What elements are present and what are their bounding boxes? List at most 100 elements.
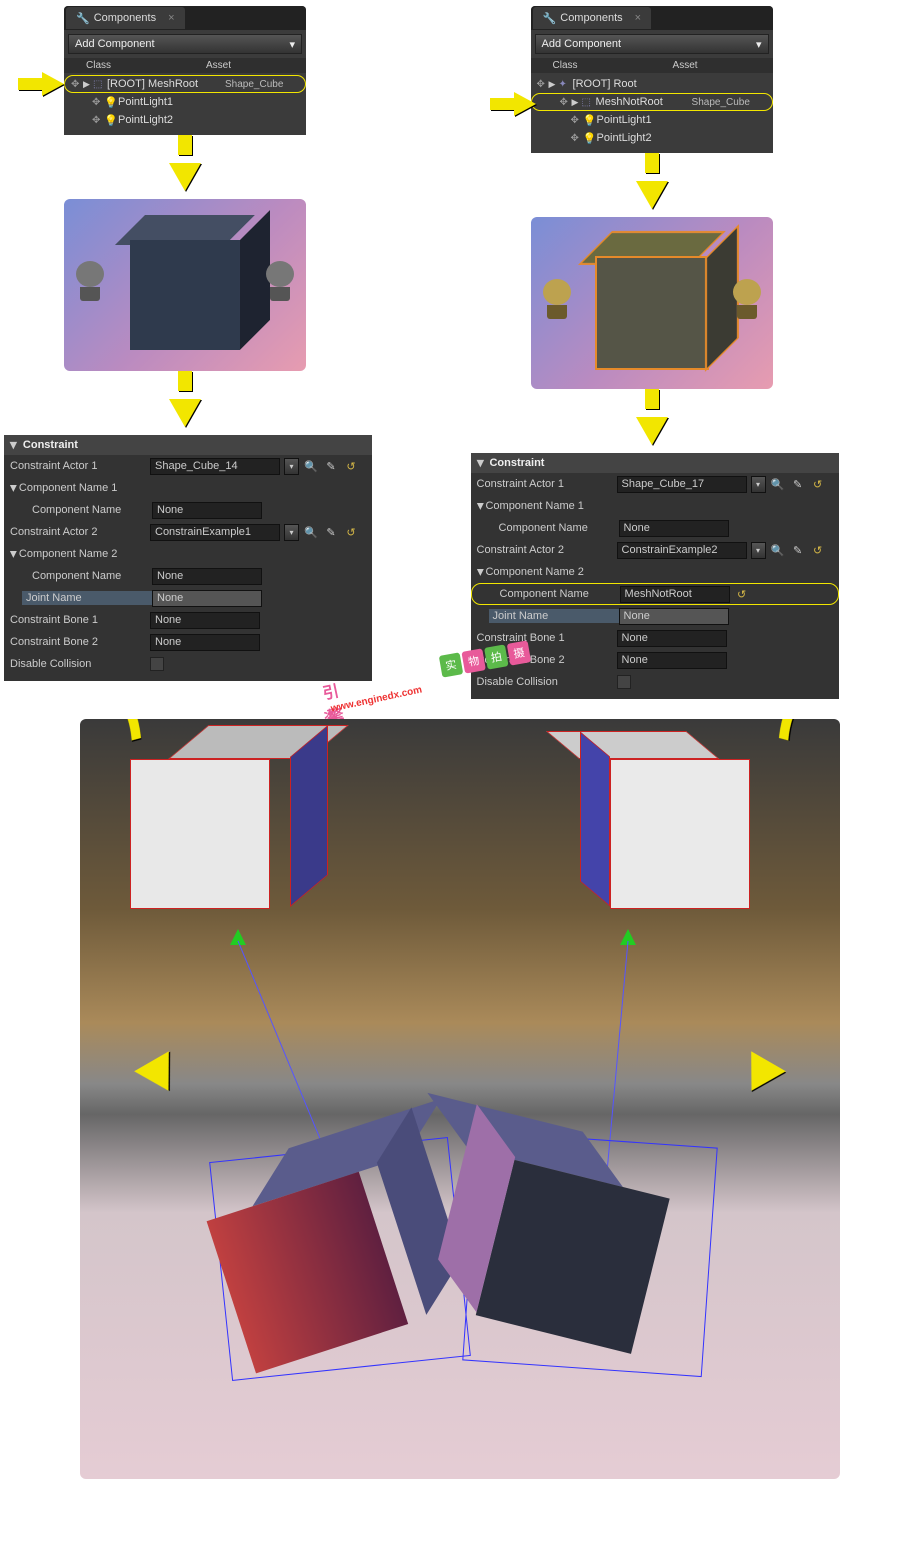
checkbox-disable-collision[interactable] xyxy=(150,657,164,671)
search-icon[interactable]: 🔍 xyxy=(303,524,319,540)
tree-row-mesh[interactable]: ✥ ▶ ⬚ MeshNotRoot Shape_Cube xyxy=(531,93,773,111)
tree-light1-name: PointLight1 xyxy=(118,96,306,108)
label-component-name-2: Component Name xyxy=(490,588,620,600)
flow-arrow xyxy=(64,135,306,191)
eyedropper-icon[interactable]: ✎ xyxy=(323,458,339,474)
expand-icon[interactable]: ▶ xyxy=(572,97,582,108)
field-component-name-2[interactable] xyxy=(620,586,730,603)
expand-icon[interactable]: ▶ xyxy=(475,460,486,467)
light-bulb-icon xyxy=(727,279,767,327)
close-icon[interactable]: × xyxy=(635,12,641,24)
label-component-name-1: Component Name xyxy=(489,522,619,534)
section-component-name-1[interactable]: ▶Component Name 1 xyxy=(10,482,150,494)
pointer-arrow-left xyxy=(18,72,64,96)
components-tab[interactable]: 🔧 Components × xyxy=(66,7,185,29)
light-bulb-icon xyxy=(260,261,300,309)
tree-row-light1[interactable]: ✥ 💡 PointLight1 xyxy=(531,111,773,129)
reset-icon[interactable]: ↺ xyxy=(343,458,359,474)
flow-arrow xyxy=(531,153,773,209)
move-icon: ✥ xyxy=(92,97,104,108)
label-disable-collision: Disable Collision xyxy=(477,676,617,688)
add-component-label: Add Component xyxy=(75,38,155,50)
expand-icon[interactable]: ▶ xyxy=(83,79,93,90)
search-icon[interactable]: 🔍 xyxy=(303,458,319,474)
move-icon: ✥ xyxy=(71,79,83,90)
tree-root-name: [ROOT] MeshRoot xyxy=(107,78,225,90)
label-disable-collision: Disable Collision xyxy=(10,658,150,670)
section-component-name-2[interactable]: ▶Component Name 2 xyxy=(477,566,617,578)
dropdown-button[interactable]: ▾ xyxy=(751,476,766,493)
section-component-name-1[interactable]: ▶Component Name 1 xyxy=(477,500,617,512)
add-component-dropdown[interactable]: Add Component ▾ xyxy=(535,34,769,54)
dropdown-button[interactable]: ▾ xyxy=(751,542,766,559)
label-joint-name: Joint Name xyxy=(22,591,152,605)
field-constraint-actor-2[interactable] xyxy=(150,524,280,541)
chevron-down-icon: ▾ xyxy=(289,38,295,51)
tree-row-light1[interactable]: ✥ 💡 PointLight1 xyxy=(64,93,306,111)
expand-icon[interactable]: ▶ xyxy=(8,442,19,449)
section-label: Constraint xyxy=(23,439,78,451)
move-icon: ✥ xyxy=(537,79,549,90)
move-icon: ✥ xyxy=(92,115,104,126)
light-bulb-icon xyxy=(70,261,110,309)
field-joint-name[interactable] xyxy=(619,608,729,625)
field-constraint-actor-1[interactable] xyxy=(150,458,280,475)
mesh-icon: ⬚ xyxy=(582,97,596,108)
components-tab[interactable]: 🔧 Components × xyxy=(533,7,652,29)
field-component-name-1[interactable] xyxy=(619,520,729,537)
reset-icon[interactable]: ↺ xyxy=(810,542,826,558)
label-constraint-actor-1: Constraint Actor 1 xyxy=(477,478,617,490)
constraint-panel-left: ▶ Constraint Constraint Actor 1 ▾ 🔍 ✎ ↺ … xyxy=(4,435,372,681)
label-constraint-bone-1: Constraint Bone 1 xyxy=(10,614,150,626)
label-component-name-1: Component Name xyxy=(22,504,152,516)
components-panel-right: 🔧 Components × Add Component ▾ Class Ass… xyxy=(531,6,773,153)
field-constraint-bone-1[interactable] xyxy=(617,630,727,647)
field-constraint-bone-2[interactable] xyxy=(150,634,260,651)
expand-icon[interactable]: ▶ xyxy=(549,79,559,90)
field-constraint-actor-2[interactable] xyxy=(617,542,747,559)
reset-icon[interactable]: ↺ xyxy=(734,586,750,602)
dropdown-button[interactable]: ▾ xyxy=(284,524,299,541)
tab-label: Components xyxy=(560,12,622,24)
tree-row-root[interactable]: ✥ ▶ ⬚ [ROOT] MeshRoot Shape_Cube xyxy=(64,75,306,93)
components-panel-left: 🔧 Components × Add Component ▾ Class Ass… xyxy=(64,6,306,135)
flow-arrow xyxy=(531,389,773,445)
label-constraint-bone-1: Constraint Bone 1 xyxy=(477,632,617,644)
chevron-down-icon: ▾ xyxy=(756,38,762,51)
viewport-left[interactable] xyxy=(64,199,306,371)
tree-root-asset: Shape_Cube xyxy=(225,79,305,90)
reset-icon[interactable]: ↺ xyxy=(810,476,826,492)
tree-light2-name: PointLight2 xyxy=(597,132,773,144)
add-component-dropdown[interactable]: Add Component ▾ xyxy=(68,34,302,54)
constraint-header[interactable]: ▶ Constraint xyxy=(4,435,372,455)
section-label: Constraint xyxy=(489,457,544,469)
light-icon: 💡 xyxy=(583,114,597,127)
field-component-name-1[interactable] xyxy=(152,502,262,519)
reset-icon[interactable]: ↺ xyxy=(343,524,359,540)
field-constraint-bone-2[interactable] xyxy=(617,652,727,669)
checkbox-disable-collision[interactable] xyxy=(617,675,631,689)
header-class: Class xyxy=(553,60,673,71)
dropdown-button[interactable]: ▾ xyxy=(284,458,299,475)
label-constraint-bone-2: Constraint Bone 2 xyxy=(10,636,150,648)
eyedropper-icon[interactable]: ✎ xyxy=(790,476,806,492)
tree-row-light2[interactable]: ✥ 💡 PointLight2 xyxy=(64,111,306,129)
field-joint-name[interactable] xyxy=(152,590,262,607)
search-icon[interactable]: 🔍 xyxy=(770,476,786,492)
field-component-name-2[interactable] xyxy=(152,568,262,585)
constraint-header[interactable]: ▶ Constraint xyxy=(471,453,839,473)
search-icon[interactable]: 🔍 xyxy=(770,542,786,558)
eyedropper-icon[interactable]: ✎ xyxy=(790,542,806,558)
light-icon: 💡 xyxy=(104,114,118,127)
section-component-name-2[interactable]: ▶Component Name 2 xyxy=(10,548,150,560)
viewport-right[interactable] xyxy=(531,217,773,389)
field-constraint-bone-1[interactable] xyxy=(150,612,260,629)
close-icon[interactable]: × xyxy=(168,12,174,24)
constraint-lines xyxy=(80,719,840,1479)
tree-row-light2[interactable]: ✥ 💡 PointLight2 xyxy=(531,129,773,147)
field-constraint-actor-1[interactable] xyxy=(617,476,747,493)
eyedropper-icon[interactable]: ✎ xyxy=(323,524,339,540)
tree-row-root[interactable]: ✥ ▶ ✦ [ROOT] Root xyxy=(531,75,773,93)
move-icon: ✥ xyxy=(571,115,583,126)
result-viewport[interactable] xyxy=(80,719,840,1479)
